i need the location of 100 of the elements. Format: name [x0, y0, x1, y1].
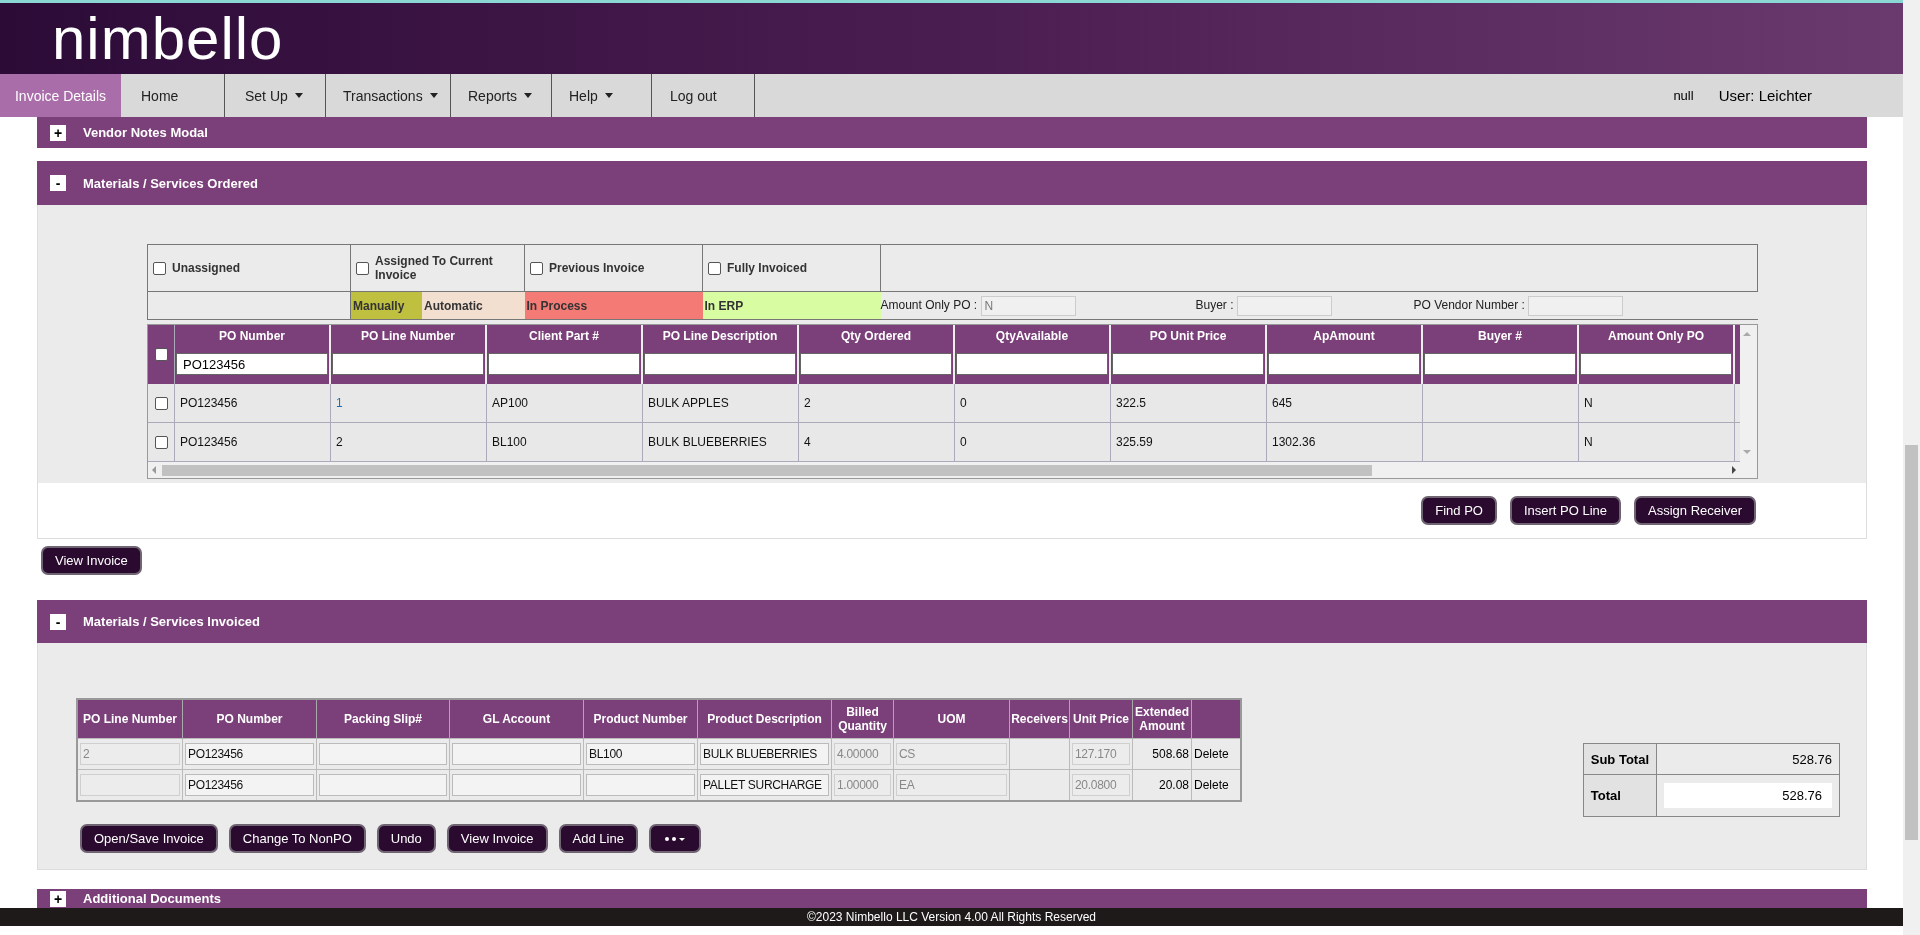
column-header[interactable]: Qty Ordered — [841, 329, 911, 343]
input-field[interactable] — [452, 774, 581, 796]
filter-field[interactable] — [1580, 353, 1732, 375]
filter-field[interactable] — [800, 353, 952, 375]
column-header[interactable]: PO Number — [219, 329, 285, 343]
filter-field[interactable] — [332, 353, 484, 375]
input-field[interactable] — [319, 774, 447, 796]
section-header[interactable]: + Vendor Notes Modal — [37, 117, 1867, 148]
input-field[interactable] — [1236, 295, 1332, 316]
column-header: Extended Amount — [1135, 704, 1189, 733]
collapse-toggle[interactable]: - — [50, 175, 66, 191]
filter-label: Unassigned — [172, 261, 241, 275]
section-header[interactable]: - Materials / Services Invoiced — [37, 600, 1867, 643]
checkbox[interactable] — [154, 396, 168, 410]
filter-field[interactable] — [956, 353, 1108, 375]
table-cell: 2 — [336, 435, 343, 449]
nav-tab[interactable]: Invoice Details — [0, 74, 121, 117]
filter-field[interactable] — [1424, 353, 1576, 375]
action-button[interactable]: Assign Receiver — [1634, 496, 1756, 525]
column-header[interactable]: PO Line Description — [662, 329, 778, 343]
column-header[interactable]: PO Unit Price — [1149, 329, 1227, 343]
input-field[interactable] — [1528, 295, 1624, 316]
table-cell: 2 — [804, 396, 811, 410]
total-field[interactable]: 528.76 — [1664, 783, 1832, 808]
table-cell: BL100 — [492, 435, 527, 449]
column-header[interactable]: QtyAvailable — [995, 329, 1069, 343]
action-button[interactable]: Change To NonPO — [228, 824, 366, 853]
more-button[interactable] — [648, 824, 701, 853]
filter-field[interactable] — [644, 353, 796, 375]
table-cell: 20.08 — [1158, 778, 1189, 792]
checkbox[interactable] — [154, 435, 168, 449]
checkbox[interactable] — [356, 261, 369, 275]
input-field[interactable]: BL100 — [586, 743, 695, 765]
column-header: Packing Slip# — [344, 711, 422, 726]
filter-field[interactable] — [1268, 353, 1420, 375]
input-field[interactable] — [586, 774, 695, 796]
table-cell: 1302.36 — [1272, 435, 1316, 449]
input-field[interactable] — [319, 743, 447, 765]
checkbox[interactable] — [708, 261, 721, 275]
table-cell: 508.68 — [1152, 747, 1189, 761]
status-text: null — [1673, 88, 1694, 103]
input-field[interactable]: PO123456 — [185, 743, 314, 765]
user-label: User: Leichter — [1718, 87, 1812, 104]
view-invoice-button[interactable]: View Invoice — [41, 546, 142, 575]
section-title: Materials / Services Invoiced — [83, 614, 261, 629]
column-header: PO Number — [216, 711, 283, 726]
input-field[interactable]: N — [980, 295, 1076, 316]
action-button[interactable]: Open/Save Invoice — [80, 824, 218, 853]
section-title: Additional Documents — [83, 891, 221, 906]
action-button[interactable]: Find PO — [1421, 496, 1497, 525]
section-header[interactable]: + Additional Documents — [37, 889, 1867, 908]
expand-toggle[interactable]: + — [50, 124, 66, 141]
section-title: Vendor Notes Modal — [83, 125, 208, 140]
checkbox[interactable] — [154, 348, 168, 361]
scroll-thumb[interactable] — [162, 464, 1372, 476]
status-legend: Automatic — [422, 291, 525, 320]
column-header[interactable]: PO Line Number — [361, 329, 455, 343]
section-header[interactable]: - Materials / Services Ordered — [37, 161, 1867, 205]
checkbox[interactable] — [153, 261, 166, 275]
checkbox[interactable] — [530, 261, 543, 275]
action-button[interactable]: Undo — [376, 824, 436, 853]
total-value: 528.76 — [1792, 751, 1832, 767]
total-label: Total — [1590, 788, 1621, 803]
table-cell: 322.5 — [1116, 396, 1147, 410]
filter-field[interactable] — [488, 353, 640, 375]
filter-label: Fully Invoiced — [727, 261, 808, 275]
input-field[interactable] — [452, 743, 581, 765]
field-label: PO Vendor Number : — [1413, 297, 1525, 312]
expand-toggle[interactable]: + — [50, 891, 66, 907]
copyright-text: ©2023 Nimbello LLC Version 4.00 All Rights Reserved — [807, 910, 1096, 924]
column-header: Product Description — [707, 711, 822, 726]
table-cell: 645 — [1272, 396, 1293, 410]
table-cell: 4 — [804, 435, 811, 449]
field-label: Amount Only PO : — [880, 297, 978, 312]
page-scrollbar[interactable] — [1903, 0, 1920, 935]
action-button[interactable]: Add Line — [558, 824, 638, 853]
table-cell: 0 — [960, 435, 967, 449]
table-cell: PO123456 — [180, 435, 238, 449]
total-label: Sub Total — [1590, 751, 1649, 767]
column-header[interactable]: Client Part # — [529, 329, 599, 343]
filter-field[interactable] — [1112, 353, 1264, 375]
line-link[interactable]: 1 — [336, 396, 343, 410]
input-field[interactable]: PO123456 — [185, 774, 314, 796]
logo[interactable]: nimbello — [52, 8, 284, 69]
table-cell: N — [1584, 396, 1593, 410]
column-header[interactable]: Buyer # — [1478, 329, 1522, 343]
filter-field[interactable]: PO123456 — [176, 353, 328, 375]
collapse-toggle[interactable]: - — [50, 613, 66, 630]
table-row[interactable]: PO123456 1 AP100 BULK APPLES 2 0 322.5 645 N — [148, 384, 1740, 423]
column-header[interactable]: Amount Only PO — [1608, 329, 1704, 343]
action-button[interactable]: View Invoice — [446, 824, 548, 853]
column-header: UOM — [937, 711, 966, 726]
column-header[interactable]: ApAmount — [1313, 329, 1375, 343]
input-field[interactable]: BULK BLUEBERRIES — [700, 743, 829, 765]
status-legend: In ERP — [702, 291, 881, 320]
input-field[interactable]: PALLET SURCHARGE — [700, 774, 829, 796]
action-button[interactable]: Insert PO Line — [1509, 496, 1622, 525]
section-title: Materials / Services Ordered — [83, 175, 258, 191]
status-legend: Manually — [350, 291, 422, 320]
horizontal-scrollbar[interactable] — [148, 462, 1740, 478]
